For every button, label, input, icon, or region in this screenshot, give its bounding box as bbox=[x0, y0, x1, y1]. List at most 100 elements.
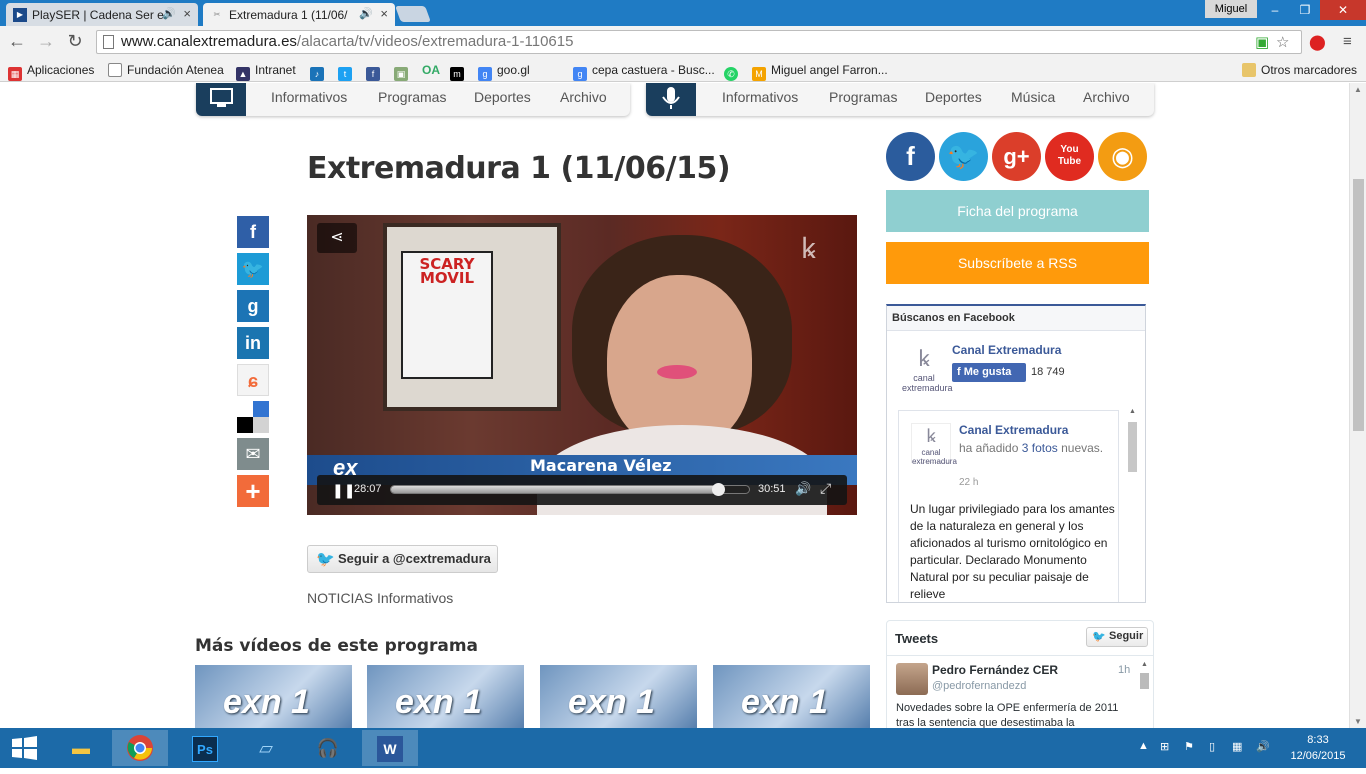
tv-nav-archivo[interactable]: Archivo bbox=[560, 89, 607, 105]
radio-nav-informativos[interactable]: Informativos bbox=[722, 89, 798, 105]
bookmark-otros[interactable]: Otros marcadores bbox=[1242, 63, 1357, 77]
more-share-button[interactable]: + bbox=[237, 475, 269, 507]
fullscreen-icon[interactable]: ⤢ bbox=[820, 480, 831, 497]
tab-playser[interactable]: ▶ PlaySER | Cadena Ser e 🔊 × bbox=[6, 3, 198, 26]
tweet-avatar[interactable] bbox=[896, 663, 928, 695]
meneame-share-button[interactable]: ɕ bbox=[237, 364, 269, 396]
clock[interactable]: 8:33 12/06/2015 bbox=[1289, 732, 1347, 764]
bookmark-facebook[interactable]: f bbox=[366, 63, 385, 81]
radio-nav-programas[interactable]: Programas bbox=[829, 89, 897, 105]
audacity-taskbar-button[interactable]: 🎧 bbox=[300, 730, 356, 766]
post-avatar[interactable]: ꝃ canal extremadura bbox=[911, 423, 957, 466]
video-player[interactable]: SCARY MOVIL ex Macarena Vélez ꝃ ⋖ ❚❚ 28:… bbox=[307, 215, 857, 515]
linkedin-share-button[interactable]: in bbox=[237, 327, 269, 359]
start-button[interactable] bbox=[0, 730, 50, 766]
volume-icon[interactable]: 🔊 bbox=[1256, 740, 1270, 753]
maximize-icon[interactable]: ❐ bbox=[1290, 0, 1320, 20]
canal-extremadura-logo[interactable]: ꝃ canal extremadura bbox=[902, 343, 953, 393]
scroll-thumb[interactable] bbox=[1128, 422, 1137, 472]
tv-nav-informativos[interactable]: Informativos bbox=[271, 89, 347, 105]
network-icon[interactable]: ▦ bbox=[1232, 740, 1242, 753]
back-icon[interactable]: ← bbox=[5, 31, 29, 52]
explorer-taskbar-button[interactable]: ▬ bbox=[53, 730, 109, 766]
video-share-button[interactable]: ⋖ bbox=[317, 223, 357, 253]
extension-icon[interactable]: ▣ bbox=[1255, 33, 1269, 51]
radio-nav-archivo[interactable]: Archivo bbox=[1083, 89, 1130, 105]
ficha-programa-button[interactable]: Ficha del programa bbox=[886, 190, 1149, 232]
tv-badge[interactable] bbox=[196, 83, 246, 116]
facebook-like-button[interactable]: f Me gusta bbox=[952, 363, 1026, 382]
tv-nav-deportes[interactable]: Deportes bbox=[474, 89, 531, 105]
facebook-social-link[interactable]: f bbox=[886, 132, 935, 181]
tweet-time[interactable]: 1h bbox=[1118, 664, 1130, 676]
facebook-share-button[interactable]: f bbox=[237, 216, 269, 248]
rss-social-link[interactable]: ◉ bbox=[1098, 132, 1147, 181]
bookmark-m[interactable]: m bbox=[450, 63, 469, 81]
video-thumbnail[interactable]: exn 1 bbox=[367, 665, 524, 728]
progress-knob[interactable] bbox=[711, 483, 725, 496]
bookmark-oa[interactable]: OA bbox=[422, 63, 440, 77]
subscribe-rss-button[interactable]: Subscríbete a RSS bbox=[886, 242, 1149, 284]
bookmark-fundacion-atenea[interactable]: Fundación Atenea bbox=[108, 63, 224, 77]
menu-icon[interactable]: ≡ bbox=[1343, 33, 1352, 50]
email-share-button[interactable]: ✉ bbox=[237, 438, 269, 470]
show-hidden-icons-icon[interactable]: ▲ bbox=[1138, 740, 1149, 752]
twitter-share-button[interactable]: 🐦 bbox=[237, 253, 269, 285]
post-time[interactable]: 22 h bbox=[959, 477, 978, 488]
tv-nav-programas[interactable]: Programas bbox=[378, 89, 446, 105]
word-taskbar-button[interactable]: W bbox=[362, 730, 418, 766]
radio-badge[interactable] bbox=[646, 83, 696, 116]
bookmark-ser[interactable]: ♪ bbox=[310, 63, 329, 81]
bookmark-aplicaciones[interactable]: ▦ Aplicaciones bbox=[8, 63, 94, 81]
facebook-scrollbar[interactable]: ▲ bbox=[1128, 408, 1137, 602]
scroll-thumb[interactable] bbox=[1353, 179, 1364, 431]
google-plus-social-link[interactable]: g+ bbox=[992, 132, 1041, 181]
video-thumbnail[interactable]: exn 1 bbox=[540, 665, 697, 728]
video-thumbnail[interactable]: exn 1 bbox=[195, 665, 352, 728]
tab-extremadura[interactable]: ✂ Extremadura 1 (11/06/ 🔊 × bbox=[203, 3, 395, 26]
scroll-down-icon[interactable]: ▼ bbox=[1354, 717, 1362, 726]
pause-icon[interactable]: ❚❚ bbox=[332, 482, 355, 499]
categories[interactable]: NOTICIAS Informativos bbox=[307, 590, 453, 606]
twitter-follow-button[interactable]: 🐦 Seguir bbox=[1086, 627, 1148, 647]
facebook-page-name[interactable]: Canal Extremadura bbox=[952, 343, 1061, 357]
close-tab-icon[interactable]: × bbox=[183, 6, 191, 21]
scroll-up-icon[interactable]: ▲ bbox=[1141, 661, 1148, 668]
tray-app-icon[interactable]: ⊞ bbox=[1160, 740, 1169, 753]
close-window-icon[interactable]: ✕ bbox=[1320, 0, 1366, 20]
radio-nav-deportes[interactable]: Deportes bbox=[925, 89, 982, 105]
notes-taskbar-button[interactable]: ▱ bbox=[238, 730, 294, 766]
bookmark-whatsapp[interactable]: ✆ bbox=[724, 63, 743, 81]
user-profile-button[interactable]: Miguel bbox=[1205, 0, 1257, 18]
bookmark-miguel[interactable]: M Miguel angel Farron... bbox=[752, 63, 888, 81]
video-thumbnail[interactable]: exn 1 bbox=[713, 665, 870, 728]
delicious-share-button[interactable] bbox=[237, 401, 269, 433]
bookmark-cepa-castuera[interactable]: g cepa castuera - Busc... bbox=[573, 63, 715, 81]
star-icon[interactable]: ☆ bbox=[1276, 33, 1289, 51]
bookmark-photo[interactable]: ▣ bbox=[394, 63, 413, 81]
volume-icon[interactable]: 🔊 bbox=[795, 481, 811, 497]
scroll-up-icon[interactable]: ▲ bbox=[1354, 85, 1362, 94]
youtube-social-link[interactable]: You Tube bbox=[1045, 132, 1094, 181]
bookmark-twitter[interactable]: t bbox=[338, 63, 357, 81]
reload-icon[interactable]: ↻ bbox=[63, 31, 87, 52]
follow-twitter-button[interactable]: 🐦 Seguir a @cextremadura bbox=[307, 545, 498, 573]
minimize-icon[interactable]: – bbox=[1260, 0, 1290, 20]
twitter-scrollbar[interactable]: ▲ bbox=[1139, 661, 1150, 728]
new-tab-button[interactable] bbox=[395, 6, 431, 22]
google-share-button[interactable]: g bbox=[237, 290, 269, 322]
scroll-thumb[interactable] bbox=[1140, 673, 1149, 689]
tweet-author[interactable]: Pedro Fernández CER bbox=[932, 663, 1058, 677]
page-scrollbar[interactable]: ▲ ▼ bbox=[1349, 83, 1366, 728]
close-tab-icon[interactable]: × bbox=[380, 6, 388, 21]
radio-nav-musica[interactable]: Música bbox=[1011, 89, 1055, 105]
post-photos-link[interactable]: 3 fotos bbox=[1022, 441, 1058, 455]
chrome-taskbar-button[interactable] bbox=[112, 730, 168, 766]
twitter-social-link[interactable]: 🐦 bbox=[939, 132, 988, 181]
photoshop-taskbar-button[interactable]: Ps bbox=[177, 730, 233, 766]
bookmark-googl[interactable]: g goo.gl bbox=[478, 63, 530, 81]
forward-icon[interactable]: → bbox=[34, 31, 58, 52]
post-author[interactable]: Canal Extremadura bbox=[959, 423, 1068, 437]
tray-security-icon[interactable]: ⚑ bbox=[1184, 740, 1194, 753]
tray-device-icon[interactable]: ▯ bbox=[1209, 740, 1215, 753]
